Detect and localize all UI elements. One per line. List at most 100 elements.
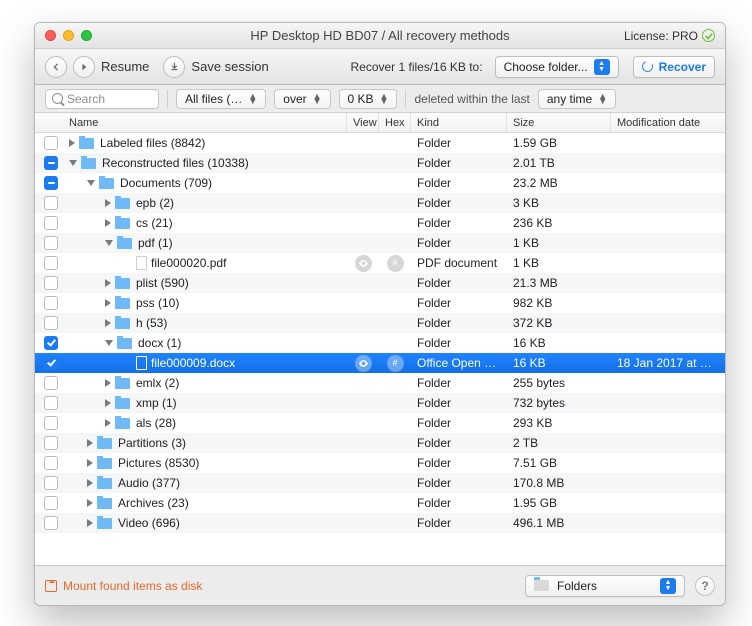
folder-icon bbox=[97, 518, 112, 529]
table-row[interactable]: file000020.pdf#PDF document1 KB bbox=[35, 253, 725, 273]
row-size: 236 KB bbox=[507, 216, 611, 230]
chevron-down-icon[interactable] bbox=[105, 240, 113, 246]
row-checkbox[interactable] bbox=[44, 356, 58, 370]
zoom-window-button[interactable] bbox=[81, 30, 92, 41]
chevron-right-icon[interactable] bbox=[105, 279, 111, 287]
table-row[interactable]: Reconstructed files (10338)Folder2.01 TB bbox=[35, 153, 725, 173]
table-row[interactable]: h (53)Folder372 KB bbox=[35, 313, 725, 333]
chevron-right-icon[interactable] bbox=[87, 459, 93, 467]
choose-folder-dropdown[interactable]: Choose folder... ▲▼ bbox=[495, 56, 619, 78]
row-checkbox[interactable] bbox=[44, 396, 58, 410]
chevron-right-icon[interactable] bbox=[87, 479, 93, 487]
col-hex[interactable]: Hex bbox=[379, 113, 411, 132]
license-label: License: PRO bbox=[624, 29, 698, 43]
hex-view-icon[interactable]: # bbox=[387, 255, 404, 272]
row-kind: Folder bbox=[411, 436, 507, 450]
chevron-right-icon[interactable] bbox=[87, 519, 93, 527]
help-button[interactable]: ? bbox=[695, 576, 715, 596]
row-checkbox[interactable] bbox=[44, 496, 58, 510]
table-row[interactable]: als (28)Folder293 KB bbox=[35, 413, 725, 433]
recover-button[interactable]: Recover bbox=[633, 56, 715, 78]
chevron-right-icon[interactable] bbox=[87, 499, 93, 507]
chevron-down-icon[interactable] bbox=[87, 180, 95, 186]
filter-size-op[interactable]: over ▲▼ bbox=[274, 89, 330, 109]
mount-as-disk-link[interactable]: Mount found items as disk bbox=[45, 579, 202, 593]
chevron-right-icon[interactable] bbox=[105, 299, 111, 307]
chevron-right-icon[interactable] bbox=[105, 399, 111, 407]
play-icon-button[interactable] bbox=[73, 56, 95, 78]
row-checkbox[interactable] bbox=[44, 196, 58, 210]
row-kind: Folder bbox=[411, 376, 507, 390]
table-row[interactable]: plist (590)Folder21.3 MB bbox=[35, 273, 725, 293]
filter-size-val[interactable]: 0 KB ▲▼ bbox=[339, 89, 398, 109]
row-checkbox[interactable] bbox=[44, 316, 58, 330]
filter-time[interactable]: any time ▲▼ bbox=[538, 89, 616, 109]
col-mdate[interactable]: Modification date bbox=[611, 113, 723, 132]
row-checkbox[interactable] bbox=[44, 516, 58, 530]
table-row[interactable]: Partitions (3)Folder2 TB bbox=[35, 433, 725, 453]
row-checkbox[interactable] bbox=[44, 276, 58, 290]
table-row[interactable]: emlx (2)Folder255 bytes bbox=[35, 373, 725, 393]
row-checkbox[interactable] bbox=[44, 416, 58, 430]
chevron-right-icon[interactable] bbox=[105, 419, 111, 427]
resume-label[interactable]: Resume bbox=[101, 59, 149, 74]
table-row[interactable]: file000009.docx#Office Open XM…16 KB18 J… bbox=[35, 353, 725, 373]
row-checkbox[interactable] bbox=[44, 236, 58, 250]
filter-all-files[interactable]: All files (… ▲▼ bbox=[176, 89, 266, 109]
table-row[interactable]: docx (1)Folder16 KB bbox=[35, 333, 725, 353]
row-size: 496.1 MB bbox=[507, 516, 611, 530]
chevron-right-icon[interactable] bbox=[87, 439, 93, 447]
table-row[interactable]: epb (2)Folder3 KB bbox=[35, 193, 725, 213]
hex-view-icon[interactable]: # bbox=[387, 355, 404, 372]
table-row[interactable]: Video (696)Folder496.1 MB bbox=[35, 513, 725, 533]
row-kind: Office Open XM… bbox=[411, 356, 507, 370]
chevron-right-icon[interactable] bbox=[69, 139, 75, 147]
table-row[interactable]: Archives (23)Folder1.95 GB bbox=[35, 493, 725, 513]
preview-eye-icon[interactable] bbox=[355, 255, 372, 272]
row-checkbox[interactable] bbox=[44, 176, 58, 190]
row-checkbox[interactable] bbox=[44, 376, 58, 390]
chevron-down-icon[interactable] bbox=[105, 340, 113, 346]
view-folders-dropdown[interactable]: Folders ▲▼ bbox=[525, 575, 685, 597]
save-icon-button[interactable] bbox=[163, 56, 185, 78]
table-row[interactable]: cs (21)Folder236 KB bbox=[35, 213, 725, 233]
table-row[interactable]: Pictures (8530)Folder7.51 GB bbox=[35, 453, 725, 473]
table-row[interactable]: Audio (377)Folder170.8 MB bbox=[35, 473, 725, 493]
search-input[interactable]: Search bbox=[45, 89, 159, 109]
col-view[interactable]: View bbox=[347, 113, 379, 132]
col-name[interactable]: Name bbox=[63, 113, 347, 132]
chevron-right-icon[interactable] bbox=[105, 199, 111, 207]
chevron-right-icon[interactable] bbox=[105, 219, 111, 227]
chevron-down-icon[interactable] bbox=[69, 160, 77, 166]
col-size[interactable]: Size bbox=[507, 113, 611, 132]
save-session-label[interactable]: Save session bbox=[191, 59, 268, 74]
row-size: 372 KB bbox=[507, 316, 611, 330]
table-row[interactable]: pss (10)Folder982 KB bbox=[35, 293, 725, 313]
row-checkbox[interactable] bbox=[44, 296, 58, 310]
row-checkbox[interactable] bbox=[44, 256, 58, 270]
row-checkbox[interactable] bbox=[44, 136, 58, 150]
table-row[interactable]: Labeled files (8842)Folder1.59 GB bbox=[35, 133, 725, 153]
row-name: Pictures (8530) bbox=[118, 456, 199, 470]
row-checkbox[interactable] bbox=[44, 436, 58, 450]
row-checkbox[interactable] bbox=[44, 336, 58, 350]
row-checkbox[interactable] bbox=[44, 156, 58, 170]
close-window-button[interactable] bbox=[45, 30, 56, 41]
minimize-window-button[interactable] bbox=[63, 30, 74, 41]
row-checkbox[interactable] bbox=[44, 216, 58, 230]
row-size: 16 KB bbox=[507, 356, 611, 370]
folder-icon bbox=[115, 198, 130, 209]
chevron-right-icon[interactable] bbox=[105, 319, 111, 327]
table-row[interactable]: xmp (1)Folder732 bytes bbox=[35, 393, 725, 413]
chevron-right-icon[interactable] bbox=[105, 379, 111, 387]
file-list[interactable]: Labeled files (8842)Folder1.59 GBReconst… bbox=[35, 133, 725, 565]
row-checkbox[interactable] bbox=[44, 476, 58, 490]
row-checkbox[interactable] bbox=[44, 456, 58, 470]
folder-icon bbox=[79, 138, 94, 149]
deleted-within-label: deleted within the last bbox=[414, 92, 529, 106]
preview-eye-icon[interactable] bbox=[355, 355, 372, 372]
table-row[interactable]: pdf (1)Folder1 KB bbox=[35, 233, 725, 253]
back-button[interactable] bbox=[45, 56, 67, 78]
col-kind[interactable]: Kind bbox=[411, 113, 507, 132]
table-row[interactable]: Documents (709)Folder23.2 MB bbox=[35, 173, 725, 193]
